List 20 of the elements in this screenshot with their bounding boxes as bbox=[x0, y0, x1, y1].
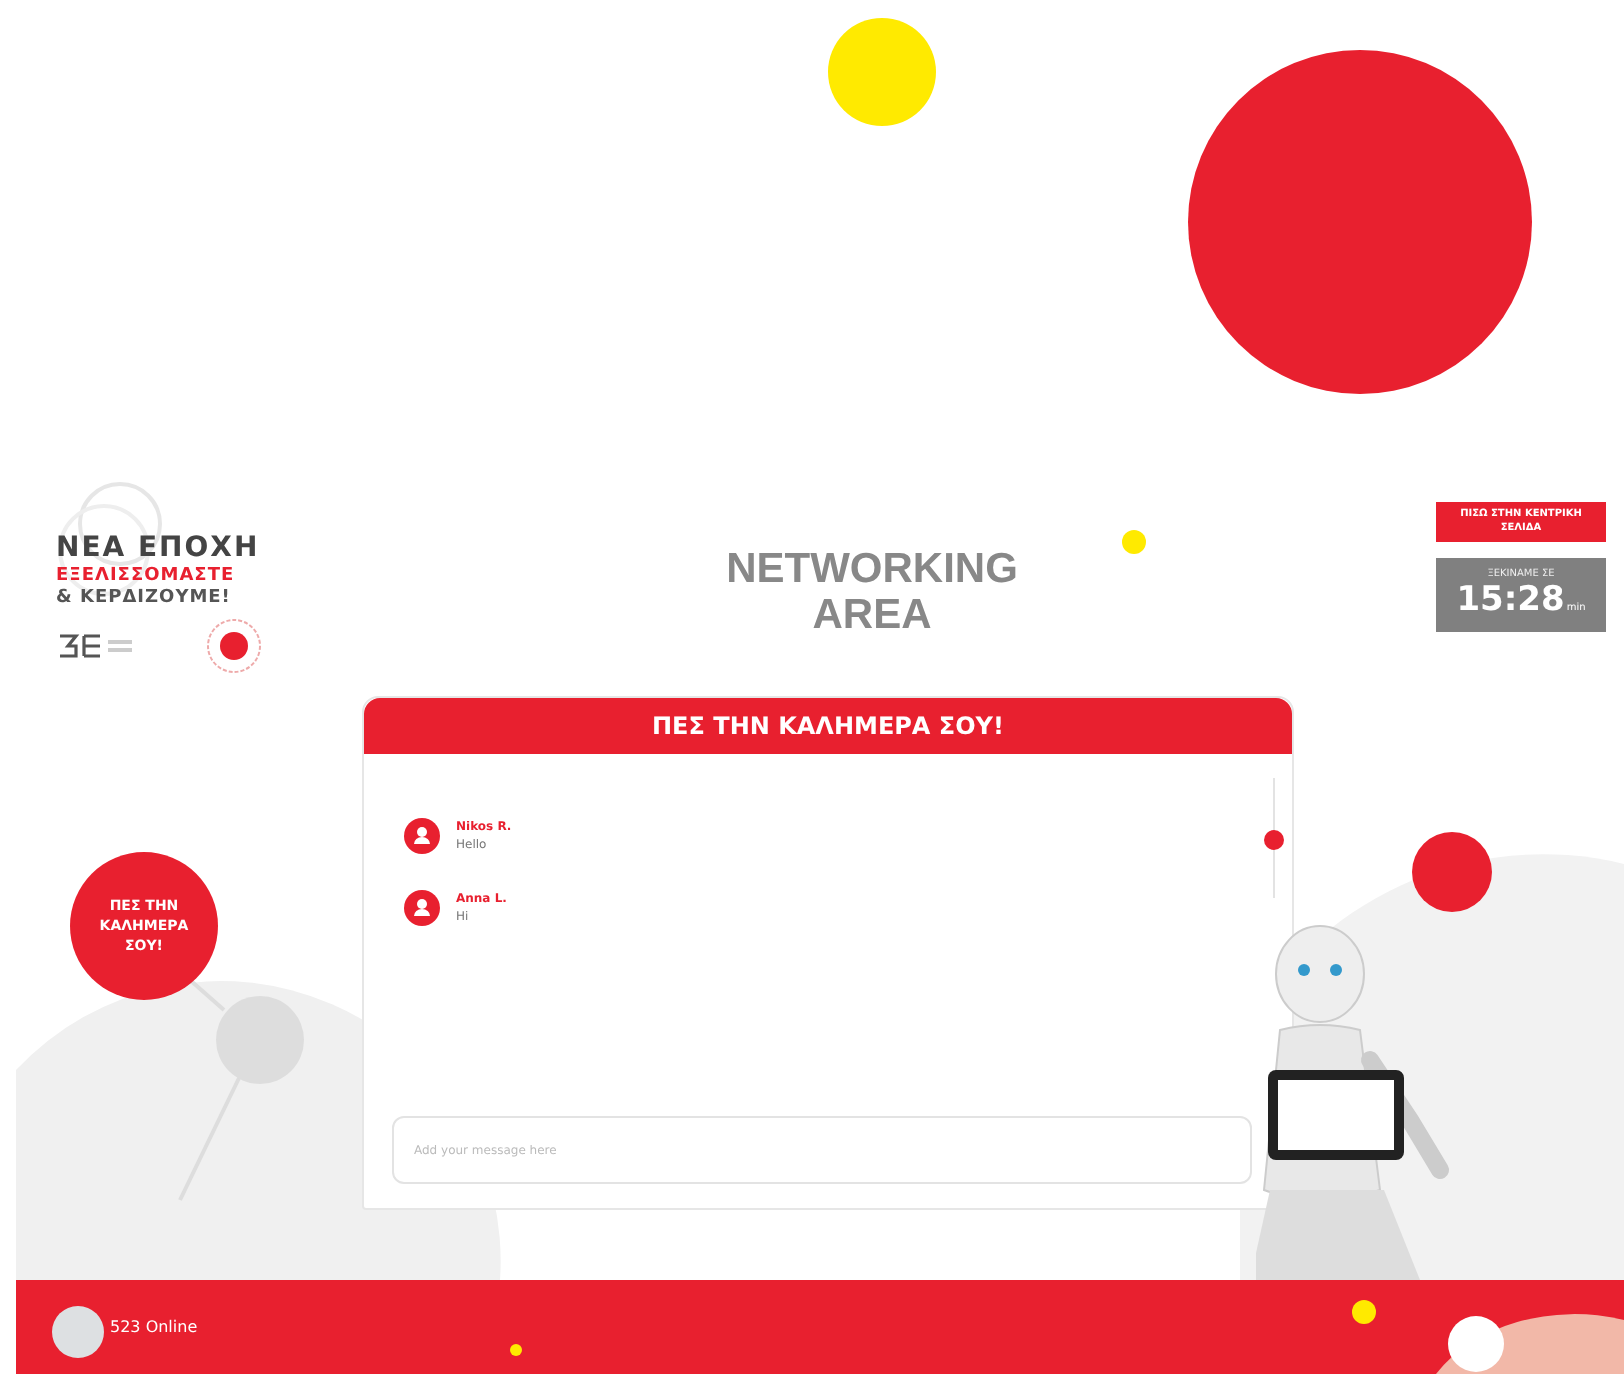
avatar-icon bbox=[404, 818, 440, 854]
decor-dot bbox=[1122, 530, 1146, 554]
decor-circle bbox=[1412, 832, 1492, 912]
countdown-time: 15:28 bbox=[1456, 580, 1565, 620]
decor-circle bbox=[216, 996, 304, 1084]
chat-title: ΠΕΣ ΤΗΝ ΚΑΛΗΜΕΡΑ ΣΟΥ! bbox=[364, 698, 1292, 754]
logo-subtitle: & ΚΕΡΔΙΖΟΥΜΕ! bbox=[56, 588, 233, 608]
decor-dot bbox=[510, 1344, 522, 1356]
online-count: 523 Online bbox=[110, 1318, 198, 1336]
decor-dot bbox=[828, 18, 936, 126]
decor-circle bbox=[52, 1306, 104, 1358]
logo-subtitle: ΕΞΕΛΙΣΣΟΜΑΣΤΕ bbox=[56, 566, 237, 586]
logo-icon bbox=[56, 630, 136, 662]
badge-icon bbox=[204, 616, 264, 676]
decor-circle bbox=[1448, 1316, 1504, 1372]
scrollbar[interactable] bbox=[1264, 778, 1284, 898]
logo-title: ΝΕΑ ΕΠΟΧΗ bbox=[56, 532, 262, 564]
decor-dot bbox=[1352, 1300, 1376, 1324]
avatar-icon bbox=[404, 890, 440, 926]
page-title: NETWORKING AREA bbox=[724, 546, 1020, 638]
